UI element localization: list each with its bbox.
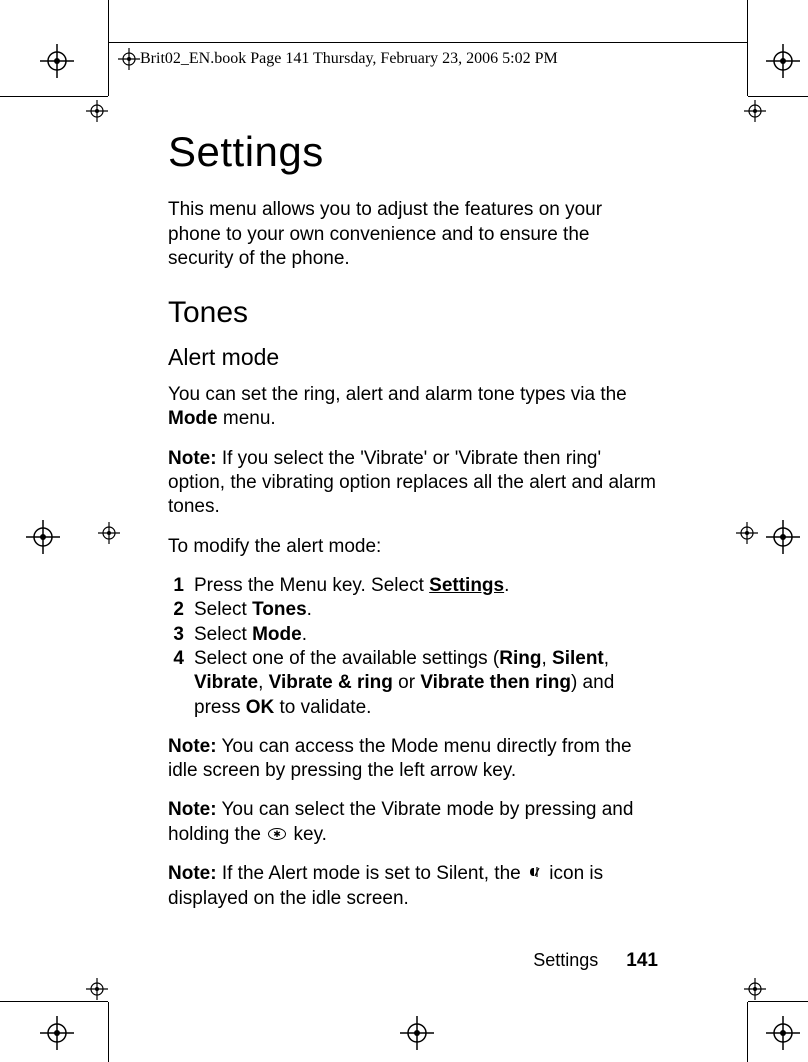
- note-vibrate-hold: Note: You can select the Vibrate mode by…: [168, 798, 658, 847]
- text: Select one of the available settings (: [194, 648, 499, 669]
- page-footer: Settings 141: [168, 950, 658, 972]
- text: menu.: [218, 408, 276, 429]
- step-number: 4: [168, 647, 194, 720]
- registration-mark-small-icon: [118, 48, 140, 70]
- option-silent: Silent: [552, 648, 604, 669]
- step-text: Press the Menu key. Select Settings.: [194, 574, 658, 598]
- crop-mark: [747, 0, 748, 96]
- ok-key-label: OK: [246, 697, 275, 718]
- alert-mode-paragraph: You can set the ring, alert and alarm to…: [168, 383, 658, 432]
- step-2: 2 Select Tones.: [168, 598, 658, 622]
- crop-mark: [108, 1002, 109, 1062]
- crop-mark: [748, 96, 808, 97]
- header-rule: [108, 42, 748, 43]
- step-number: 3: [168, 623, 194, 647]
- note-body: key.: [288, 824, 327, 845]
- page-title: Settings: [168, 128, 658, 176]
- note-vibrate-replaces: Note: If you select the 'Vibrate' or 'Vi…: [168, 447, 658, 520]
- note-silent-icon: Note: If the Alert mode is set to Silent…: [168, 862, 658, 911]
- option-vibrate-and-ring: Vibrate & ring: [269, 672, 393, 693]
- registration-mark-small-icon: [744, 978, 766, 1000]
- step-text: Select Mode.: [194, 623, 658, 647]
- text: or: [393, 672, 420, 693]
- note-label: Note:: [168, 799, 217, 820]
- text: ,: [541, 648, 552, 669]
- registration-mark-small-icon: [98, 522, 120, 544]
- note-label: Note:: [168, 863, 217, 884]
- registration-mark-small-icon: [744, 100, 766, 122]
- registration-mark-icon: [26, 520, 60, 554]
- note-body: You can access the Mode menu directly fr…: [168, 736, 632, 781]
- tones-menu-label: Tones: [252, 599, 307, 620]
- page-content: Settings This menu allows you to adjust …: [168, 128, 658, 926]
- step-number: 2: [168, 598, 194, 622]
- mode-menu-label: Mode: [168, 408, 218, 429]
- text: Select: [194, 599, 252, 620]
- option-vibrate-then-ring: Vibrate then ring: [420, 672, 571, 693]
- svg-text:✱: ✱: [273, 829, 281, 839]
- note-label: Note:: [168, 736, 217, 757]
- steps-list: 1 Press the Menu key. Select Settings. 2…: [168, 574, 658, 720]
- intro-paragraph: This menu allows you to adjust the featu…: [168, 198, 658, 272]
- manual-page: Brit02_EN.book Page 141 Thursday, Februa…: [0, 0, 808, 1062]
- footer-page-number: 141: [626, 950, 658, 972]
- registration-mark-small-icon: [736, 522, 758, 544]
- subsection-alert-mode: Alert mode: [168, 344, 658, 371]
- text: .: [504, 575, 509, 596]
- step-text: Select Tones.: [194, 598, 658, 622]
- text: Select: [194, 624, 252, 645]
- registration-mark-small-icon: [86, 100, 108, 122]
- text: to validate.: [274, 697, 371, 718]
- silent-mode-icon: [528, 862, 542, 886]
- registration-mark-small-icon: [86, 978, 108, 1000]
- text: ,: [258, 672, 269, 693]
- registration-mark-icon: [766, 1016, 800, 1050]
- text: Press the Menu key. Select: [194, 575, 429, 596]
- crop-mark: [747, 1002, 748, 1062]
- mode-menu-label: Mode: [252, 624, 302, 645]
- text: .: [302, 624, 307, 645]
- crop-mark: [0, 96, 108, 97]
- footer-section: Settings: [533, 950, 598, 971]
- running-head: Brit02_EN.book Page 141 Thursday, Februa…: [140, 50, 558, 68]
- step-4: 4 Select one of the available settings (…: [168, 647, 658, 720]
- note-body: You can select the Vibrate mode by press…: [168, 799, 633, 844]
- note-body: If you select the 'Vibrate' or 'Vibrate …: [168, 448, 656, 518]
- note-label: Note:: [168, 448, 217, 469]
- step-text: Select one of the available settings (Ri…: [194, 647, 658, 720]
- text: You can set the ring, alert and alarm to…: [168, 384, 627, 405]
- note-body: If the Alert mode is set to Silent, the: [217, 863, 526, 884]
- registration-mark-icon: [766, 520, 800, 554]
- crop-mark: [108, 0, 109, 96]
- section-tones: Tones: [168, 296, 658, 330]
- step-number: 1: [168, 574, 194, 598]
- registration-mark-icon: [766, 44, 800, 78]
- registration-mark-icon: [40, 44, 74, 78]
- modify-alert-mode-line: To modify the alert mode:: [168, 535, 658, 559]
- star-key-icon: ✱: [268, 823, 286, 847]
- note-idle-shortcut: Note: You can access the Mode menu direc…: [168, 735, 658, 784]
- step-3: 3 Select Mode.: [168, 623, 658, 647]
- crop-mark: [748, 1001, 808, 1002]
- crop-mark: [0, 1001, 108, 1002]
- text: .: [307, 599, 312, 620]
- registration-mark-icon: [40, 1016, 74, 1050]
- option-ring: Ring: [499, 648, 541, 669]
- settings-menu-label: Settings: [429, 575, 504, 596]
- registration-mark-icon: [400, 1016, 434, 1050]
- step-1: 1 Press the Menu key. Select Settings.: [168, 574, 658, 598]
- option-vibrate: Vibrate: [194, 672, 258, 693]
- text: ,: [604, 648, 609, 669]
